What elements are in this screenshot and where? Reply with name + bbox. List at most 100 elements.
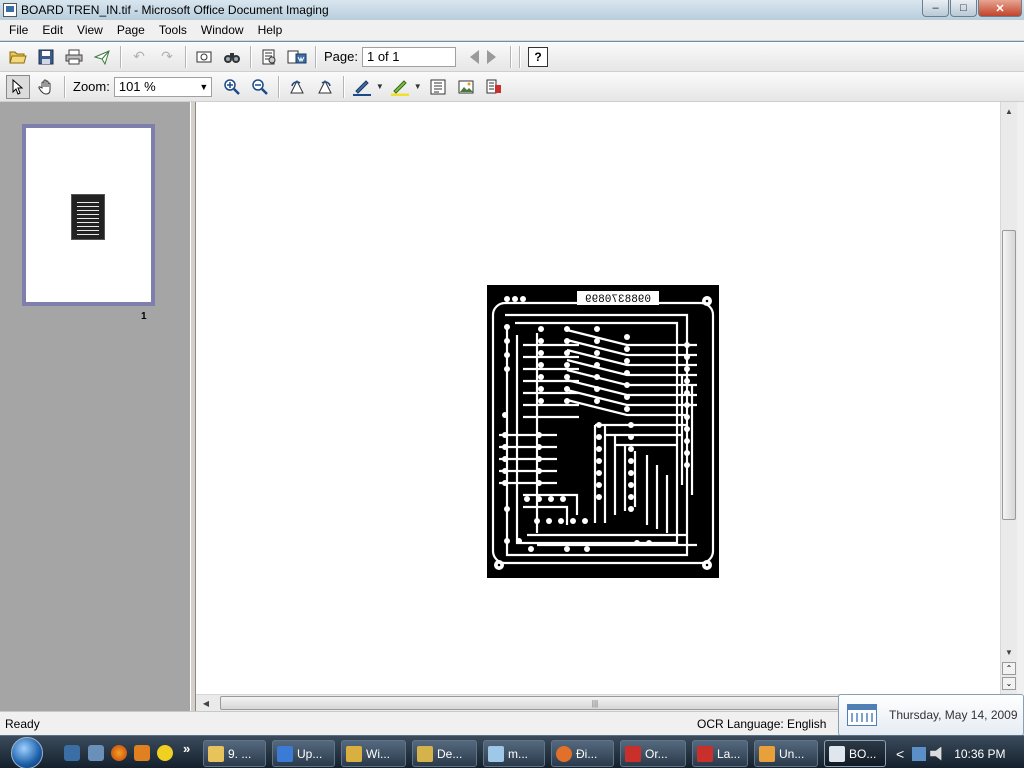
app-icon <box>208 745 224 762</box>
reading-view-icon[interactable] <box>482 75 506 99</box>
toolbar-separator <box>250 45 251 68</box>
toolbar-separator <box>64 75 65 98</box>
toolbar-separator <box>185 45 186 68</box>
winrar-icon <box>346 745 362 762</box>
send-icon[interactable] <box>90 45 114 69</box>
messenger-icon[interactable] <box>157 745 173 761</box>
menu-help[interactable]: Help <box>251 21 290 40</box>
title-bar: BOARD TREN_IN.tif - Microsoft Office Doc… <box>0 0 1024 20</box>
zoom-in-icon[interactable] <box>220 75 244 99</box>
pan-icon[interactable] <box>34 75 58 99</box>
toolbar-separator <box>315 45 316 68</box>
taskbar-button[interactable]: 9. ... <box>203 740 266 767</box>
picture-icon[interactable] <box>454 75 478 99</box>
chevron-down-icon[interactable]: ▼ <box>197 78 211 96</box>
window-edge <box>1017 102 1024 711</box>
toolbar-separator <box>518 45 520 68</box>
menu-edit[interactable]: Edit <box>35 21 70 40</box>
word-icon <box>277 745 293 762</box>
media-player-icon[interactable] <box>134 745 150 761</box>
open-icon[interactable] <box>6 45 30 69</box>
window-title: BOARD TREN_IN.tif - Microsoft Office Doc… <box>21 3 329 17</box>
rotate-right-icon[interactable] <box>313 75 337 99</box>
highlighter-icon[interactable] <box>388 75 412 99</box>
toolbar-separator <box>120 45 121 68</box>
highlighter-dropdown-icon[interactable]: ▼ <box>414 82 422 91</box>
annotation-toolbar: Zoom: 101 % ▼ ▼ ▼ <box>0 72 1024 102</box>
select-icon[interactable] <box>6 74 30 99</box>
firefox-icon <box>556 745 572 762</box>
rotate-left-icon[interactable] <box>285 75 309 99</box>
taskbar-button[interactable]: Or... <box>620 740 686 767</box>
ocr-language: OCR Language: English <box>697 717 827 731</box>
page-number-field[interactable]: 1 of 1 <box>361 46 456 67</box>
app-icon[interactable] <box>3 3 17 17</box>
minimize-button[interactable]: – <box>922 0 949 17</box>
start-button[interactable] <box>8 736 46 768</box>
quick-launch-more-icon[interactable]: » <box>183 741 190 756</box>
network-icon[interactable] <box>912 746 927 761</box>
scroll-left-icon[interactable]: ◀ <box>198 696 214 710</box>
taskbar-button[interactable]: Un... <box>754 740 818 767</box>
taskbar-button[interactable]: De... <box>412 740 477 767</box>
text-box-icon[interactable] <box>426 75 450 99</box>
taskbar: » 9. ... Up... Wi... De... m... Đi... Or… <box>0 735 1024 768</box>
thumbnail-page-number: 1 <box>141 311 147 322</box>
previous-page-scroll-icon[interactable]: ⌃ <box>1002 662 1016 675</box>
page-thumbnail[interactable] <box>22 124 155 306</box>
orcad-icon <box>625 745 641 762</box>
menu-tools[interactable]: Tools <box>152 21 194 40</box>
ocr-icon[interactable] <box>257 45 281 69</box>
menu-file[interactable]: File <box>2 21 35 40</box>
toolbar-separator <box>509 45 511 68</box>
maximize-button[interactable]: □ <box>950 0 977 17</box>
vertical-scrollbar[interactable]: ▲ ▼ ⌃ ⌄ <box>1000 102 1017 694</box>
taskbar-button[interactable]: Wi... <box>341 740 406 767</box>
show-hidden-icons-icon[interactable]: < <box>896 746 904 762</box>
menu-bar: File Edit View Page Tools Window Help <box>0 20 1024 41</box>
undo-icon[interactable]: ↶ <box>127 45 151 69</box>
thumbnail-pane: 1 <box>0 102 190 711</box>
date-tooltip: Thursday, May 14, 2009 <box>838 694 1024 736</box>
zoom-combo[interactable]: 101 % ▼ <box>113 76 212 97</box>
scroll-up-icon[interactable]: ▲ <box>1001 104 1017 118</box>
clock[interactable]: 10:36 PM <box>954 747 1005 761</box>
scan-icon[interactable] <box>192 45 216 69</box>
notepad-icon <box>488 745 504 762</box>
show-desktop-icon[interactable] <box>64 745 80 761</box>
vertical-scroll-thumb[interactable] <box>1002 230 1016 520</box>
taskbar-button[interactable]: La... <box>692 740 748 767</box>
close-button[interactable]: ✕ <box>978 0 1022 17</box>
scroll-down-icon[interactable]: ▼ <box>1001 645 1017 659</box>
pen-dropdown-icon[interactable]: ▼ <box>376 82 384 91</box>
print-icon[interactable] <box>62 45 86 69</box>
save-icon[interactable] <box>34 45 58 69</box>
menu-view[interactable]: View <box>70 21 110 40</box>
firefox-icon[interactable] <box>111 745 127 761</box>
calendar-icon <box>847 704 877 726</box>
taskbar-button[interactable]: Đi... <box>551 740 614 767</box>
zoom-value[interactable]: 101 % <box>115 78 197 96</box>
unikey-icon <box>759 745 775 762</box>
menu-page[interactable]: Page <box>110 21 152 40</box>
next-page-icon[interactable] <box>486 49 496 64</box>
zoom-out-icon[interactable] <box>248 75 272 99</box>
prev-page-icon[interactable] <box>469 49 479 64</box>
menu-window[interactable]: Window <box>194 21 251 40</box>
redo-icon[interactable]: ↷ <box>155 45 179 69</box>
find-icon[interactable] <box>220 45 244 69</box>
page-label: Page: <box>324 49 358 64</box>
taskbar-button-active[interactable]: BO... <box>824 740 886 767</box>
windows-orb-icon <box>11 736 43 768</box>
next-page-scroll-icon[interactable]: ⌄ <box>1002 677 1016 690</box>
help-icon[interactable]: ? <box>527 46 548 67</box>
toolbar-separator <box>277 75 279 98</box>
date-text: Thursday, May 14, 2009 <box>889 708 1018 722</box>
taskbar-button[interactable]: Up... <box>272 740 335 767</box>
pen-icon[interactable] <box>350 75 374 99</box>
document-view[interactable]: 0988370899 <box>196 102 1000 694</box>
taskbar-button[interactable]: m... <box>483 740 545 767</box>
switch-windows-icon[interactable] <box>88 745 104 761</box>
send-to-word-icon[interactable] <box>285 45 309 69</box>
volume-icon[interactable] <box>930 746 942 761</box>
